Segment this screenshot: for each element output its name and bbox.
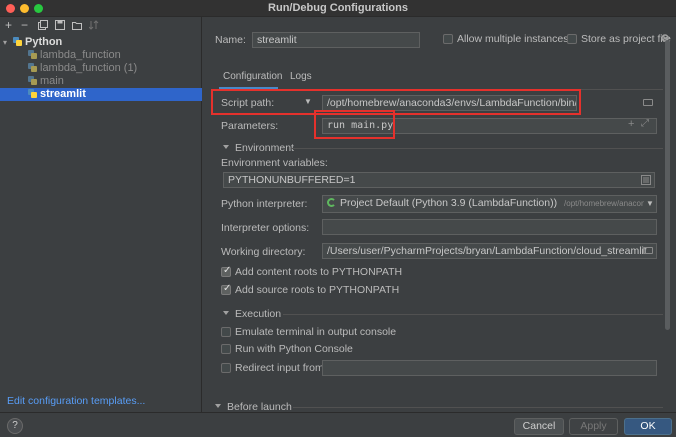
window-title: Run/Debug Configurations bbox=[268, 2, 408, 14]
add-source-roots-label: Add source roots to PYTHONPATH bbox=[235, 284, 400, 296]
folder-icon[interactable] bbox=[72, 20, 82, 30]
name-label: Name: bbox=[215, 34, 246, 46]
edit-list-icon[interactable] bbox=[641, 175, 651, 185]
tree-item-label: Python bbox=[25, 36, 63, 48]
add-source-roots-checkbox[interactable] bbox=[221, 283, 231, 295]
store-as-project-file-checkbox[interactable] bbox=[567, 34, 577, 44]
run-with-python-console-label: Run with Python Console bbox=[235, 343, 353, 355]
browse-folder-icon[interactable] bbox=[643, 99, 653, 106]
add-configuration-button[interactable]: + bbox=[5, 18, 12, 32]
ok-button[interactable]: OK bbox=[624, 418, 672, 435]
tree-item-label: lambda_function bbox=[40, 49, 121, 61]
expand-icon[interactable]: ⤢ bbox=[641, 118, 649, 129]
name-field[interactable]: streamlit bbox=[252, 32, 420, 48]
working-directory-field[interactable]: /Users/user/PycharmProjects/bryan/Lambda… bbox=[322, 243, 657, 259]
chevron-down-icon: ▾ bbox=[3, 38, 8, 47]
browse-folder-icon[interactable] bbox=[643, 247, 653, 254]
add-parameter-icon[interactable]: + bbox=[628, 118, 634, 130]
chevron-down-icon bbox=[223, 145, 229, 149]
chevron-down-icon bbox=[223, 311, 229, 315]
cancel-button[interactable]: Cancel bbox=[514, 418, 564, 435]
execution-section-label: Execution bbox=[235, 308, 282, 320]
redirect-input-label: Redirect input from: bbox=[235, 362, 327, 374]
environment-variables-field[interactable]: PYTHONUNBUFFERED=1 bbox=[223, 172, 655, 188]
emulate-terminal-label: Emulate terminal in output console bbox=[235, 326, 397, 338]
run-with-python-console-checkbox[interactable] bbox=[221, 344, 231, 354]
tab-logs[interactable]: Logs bbox=[290, 71, 312, 82]
edit-configuration-templates-link[interactable]: Edit configuration templates... bbox=[7, 395, 145, 407]
python-icon bbox=[28, 63, 37, 72]
script-path-highlight bbox=[211, 89, 581, 115]
emulate-terminal-checkbox[interactable] bbox=[221, 327, 231, 337]
copy-icon[interactable] bbox=[38, 20, 48, 30]
working-directory-label: Working directory: bbox=[221, 246, 306, 258]
dialog-footer: ? Cancel Apply OK bbox=[0, 412, 676, 437]
help-button[interactable]: ? bbox=[7, 418, 23, 434]
store-as-project-file-label: Store as project file bbox=[581, 33, 671, 45]
tree-item-label: lambda_function (1) bbox=[40, 62, 138, 74]
python-interpreter-select[interactable]: Project Default (Python 3.9 (LambdaFunct… bbox=[322, 195, 657, 213]
python-icon bbox=[28, 89, 37, 98]
interpreter-options-label: Interpreter options: bbox=[221, 222, 310, 234]
save-icon[interactable] bbox=[55, 20, 65, 30]
vertical-scrollbar[interactable] bbox=[665, 40, 670, 330]
chevron-down-icon[interactable]: ▼ bbox=[644, 199, 656, 208]
environment-variables-label: Environment variables: bbox=[221, 157, 328, 169]
tree-item-streamlit[interactable]: streamlit bbox=[0, 88, 202, 101]
configuration-editor: Name: streamlit Allow multiple instances… bbox=[203, 17, 676, 413]
redirect-input-field[interactable] bbox=[322, 360, 657, 376]
section-divider bbox=[293, 407, 663, 408]
interpreter-options-field[interactable] bbox=[322, 219, 657, 235]
python-icon bbox=[28, 76, 37, 85]
configurations-toolbar: + − bbox=[0, 17, 202, 34]
allow-multiple-instances-label: Allow multiple instances bbox=[457, 33, 569, 45]
parameters-label: Parameters: bbox=[221, 120, 279, 132]
tree-item-label: streamlit bbox=[40, 88, 86, 100]
allow-multiple-instances-checkbox[interactable] bbox=[443, 34, 453, 44]
apply-button[interactable]: Apply bbox=[569, 418, 618, 435]
tab-configuration[interactable]: Configuration bbox=[223, 71, 282, 82]
section-divider bbox=[283, 314, 663, 315]
execution-section[interactable]: Execution bbox=[223, 308, 281, 320]
add-content-roots-label: Add content roots to PYTHONPATH bbox=[235, 266, 403, 278]
redirect-input-checkbox[interactable] bbox=[221, 363, 231, 373]
add-content-roots-checkbox[interactable] bbox=[221, 265, 231, 277]
loading-spinner-icon bbox=[327, 198, 336, 207]
parameters-highlight bbox=[314, 110, 395, 139]
title-bar: Run/Debug Configurations bbox=[0, 0, 676, 17]
sort-icon[interactable] bbox=[89, 20, 99, 30]
remove-configuration-button[interactable]: − bbox=[21, 18, 28, 32]
configurations-panel: + − ▾ Python lambda_function lambda_funct… bbox=[0, 17, 202, 412]
tree-item-python[interactable]: ▾ Python bbox=[0, 36, 202, 49]
chevron-down-icon bbox=[215, 404, 221, 408]
python-icon bbox=[28, 50, 37, 59]
environment-section[interactable]: Environment bbox=[223, 142, 294, 154]
section-divider bbox=[291, 148, 663, 149]
python-interpreter-value: Project Default (Python 3.9 (LambdaFunct… bbox=[340, 197, 558, 209]
tree-item-main[interactable]: main bbox=[0, 75, 202, 88]
tree-item-lambda-function-1[interactable]: lambda_function (1) bbox=[0, 62, 202, 75]
python-interpreter-label: Python interpreter: bbox=[221, 198, 308, 210]
python-icon bbox=[13, 37, 22, 46]
tree-item-lambda-function[interactable]: lambda_function bbox=[0, 49, 202, 62]
tree-item-label: main bbox=[40, 75, 64, 87]
environment-section-label: Environment bbox=[235, 142, 294, 154]
